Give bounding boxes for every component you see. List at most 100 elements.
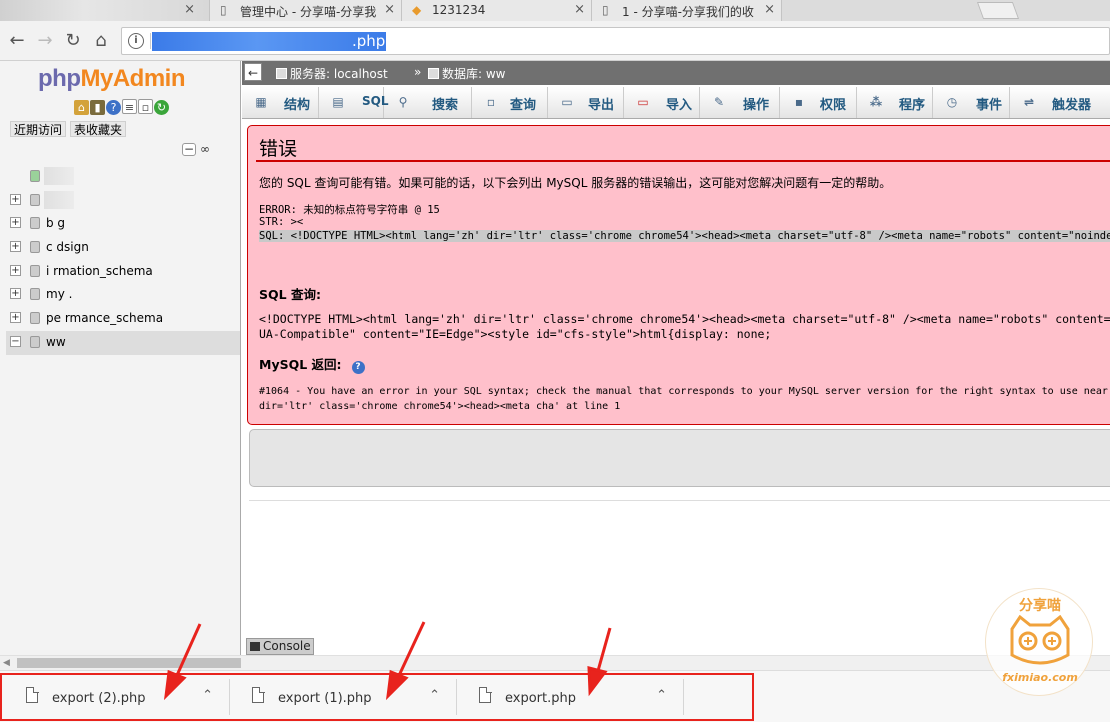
operations-icon: ✎ [713,95,725,109]
annotation-highlight-box [0,673,754,721]
url-text[interactable]: .php [152,32,387,51]
query-icon: ▫ [486,95,496,109]
console-button[interactable]: Console [246,638,314,655]
database-name[interactable]: c dsign [46,240,89,254]
tab-search[interactable]: ⚲ 搜索 [384,87,472,118]
tab-label: 结构 [284,98,311,113]
database-icon [30,217,40,230]
favorites-tab[interactable]: 表收藏夹 [70,121,127,137]
tree-row-db[interactable]: + i rmation_schema [6,260,240,284]
tab-label: 导出 [588,98,615,113]
home-icon[interactable]: ⌂ [90,30,112,52]
content-divider [249,500,1110,501]
browser-tab-fenxiang[interactable]: ▯ 1 - 分享喵-分享我们的收 × [592,0,782,21]
tab-sql[interactable]: ▤ SQL [319,87,389,118]
tab-import[interactable]: ▭ 导入 [624,87,700,118]
error-message-box: 错误 您的 SQL 查询可能有错。如果可能的话，以下会列出 MySQL 服务器的… [247,125,1110,425]
browser-tab-blurred[interactable]: × [0,0,210,21]
expand-icon[interactable]: + [10,312,21,324]
cat-face-icon [1010,615,1070,665]
expand-icon[interactable]: + [10,193,21,205]
database-name[interactable]: pe rmance_schema [46,311,163,325]
tab-routines[interactable]: ⁂ 程序 [857,87,933,118]
logo-my: My [80,65,113,92]
forward-arrow-icon[interactable]: → [34,30,56,52]
database-name[interactable]: my . [46,287,72,301]
content-panel: ← 服务器: localhost » 数据库: ww ▦ 结构 ▤ SQL ⚲ 搜索 … [242,61,1110,655]
tab-triggers[interactable]: ⇌ 触发器 [1010,87,1110,118]
database-icon [30,312,40,325]
empty-result-box [249,429,1110,487]
tab-title: 1 - 分享喵-分享我们的收 [622,5,754,19]
tab-label: 程序 [899,98,926,113]
sql-query-line: UA-Compatible" content="IE=Edge"><style … [259,327,772,341]
database-name[interactable]: i rmation_schema [46,264,153,278]
tree-row-db[interactable]: + c dsign [6,236,240,260]
page-icon: ▯ [602,3,609,17]
tree-row-db[interactable]: + pe rmance_schema [6,307,240,331]
breadcrumb-db-label: 数据库: ww [442,67,506,81]
tab-close-icon[interactable]: × [764,2,775,17]
home-icon[interactable]: ⌂ [74,100,89,115]
tab-query[interactable]: ▫ 查询 [472,87,548,118]
tree-row-db[interactable]: + my . [6,283,240,307]
breadcrumb-database[interactable]: 数据库: ww [428,65,506,82]
back-arrow-icon[interactable]: ← [6,30,28,52]
quick-icons: ⌂ ▮? ≡ ▫ ↻ [74,99,170,117]
logo-admin: Admin [112,65,186,92]
tree-row-db[interactable]: + b g [6,212,240,236]
tab-events[interactable]: ◷ 事件 [933,87,1010,118]
collapse-arrow-icon[interactable]: ← [244,63,262,81]
collapse-all-icon[interactable]: − [182,143,196,156]
database-icon [30,193,40,206]
browser-toolbar: ← → ↻ ⌂ i .php [0,21,1110,61]
breadcrumb: ← 服务器: localhost » 数据库: ww [242,61,1110,85]
tab-export[interactable]: ▭ 导出 [548,87,624,118]
browser-tab-phpmyadmin[interactable]: ◆ 1231234 × [402,0,592,21]
tab-privileges[interactable]: ▪ 权限 [780,87,857,118]
tree-row-db-selected[interactable]: − ww [6,330,240,355]
collapse-icon[interactable]: − [10,335,21,347]
address-bar[interactable]: i .php [121,27,1110,55]
breadcrumb-server[interactable]: 服务器: localhost [276,65,388,82]
link-icon[interactable]: ∞ [198,143,212,157]
tree-row-new[interactable] [6,165,240,189]
logout-icon[interactable]: ▮ [90,100,105,115]
tab-label: 触发器 [1052,98,1092,113]
database-icon [30,241,40,254]
reload-icon[interactable]: ↻ [62,30,84,52]
scrollbar-thumb[interactable] [17,658,241,668]
tab-operations[interactable]: ✎ 操作 [700,87,780,118]
expand-icon[interactable]: + [10,288,21,300]
database-name[interactable]: b g [46,216,65,230]
tab-close-icon[interactable]: × [384,2,395,17]
phpmyadmin-logo[interactable]: phpMyAdmin [38,65,186,93]
structure-icon: ▦ [255,95,267,109]
tree-controls: − ∞ [182,142,214,157]
mysql-return-heading: MySQL 返回:? [259,354,365,374]
tab-close-icon[interactable]: × [184,2,195,17]
info-icon[interactable]: i [128,33,144,49]
settings-icon[interactable]: ▫ [138,99,153,114]
mysql-error-line: dir='ltr' class='chrome chrome54'><head>… [259,401,621,412]
database-name[interactable]: ww [46,335,66,349]
expand-icon[interactable]: + [10,241,21,253]
expand-icon[interactable]: + [10,217,21,229]
new-tab-button[interactable] [976,2,1020,19]
scroll-left-icon[interactable]: ◀ [3,658,10,668]
horizontal-scrollbar[interactable]: ◀ [0,655,1110,670]
redacted-name [44,167,74,185]
help-icon[interactable]: ? [351,361,365,374]
database-tree: + + b g + c dsign + i rmation_schema + m… [6,165,240,355]
tree-row-db[interactable]: + [6,189,240,213]
help-icon[interactable]: ? [106,100,121,115]
phpmyadmin-favicon: ◆ [412,3,422,17]
tab-structure[interactable]: ▦ 结构 [242,87,319,118]
browser-tab-admin[interactable]: ▯ 管理中心 - 分享喵-分享我 × [210,0,402,21]
tab-close-icon[interactable]: × [574,2,585,17]
tab-label: 权限 [820,98,847,113]
expand-icon[interactable]: + [10,264,21,276]
reload-icon[interactable]: ↻ [154,100,169,115]
docs-icon[interactable]: ≡ [122,99,137,114]
recent-tab[interactable]: 近期访问 [10,121,67,137]
